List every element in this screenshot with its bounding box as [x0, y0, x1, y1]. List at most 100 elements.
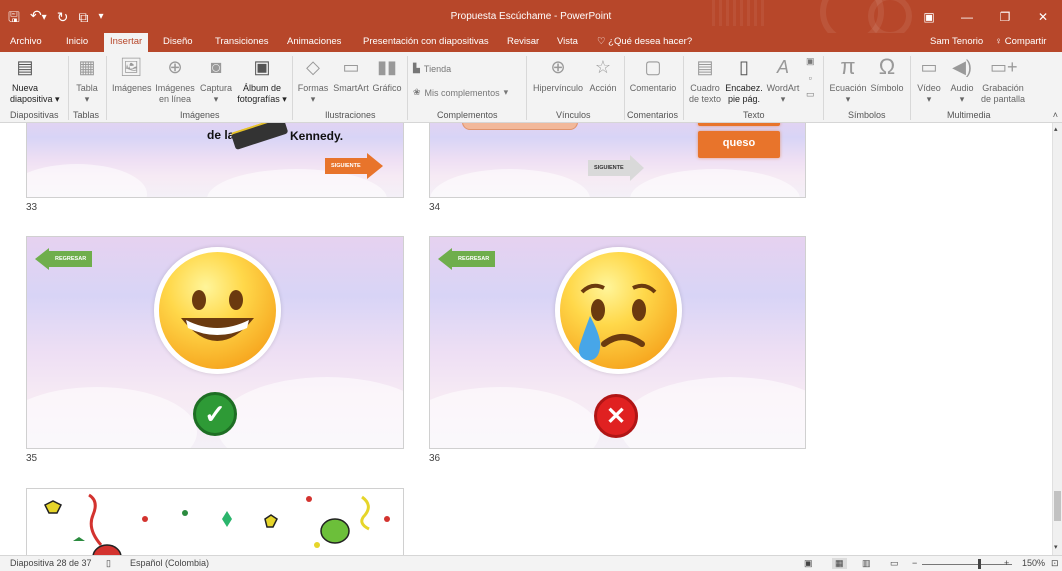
screenshot-button[interactable]: ◙ Captura ▾ — [199, 54, 233, 105]
collapse-ribbon-icon[interactable]: ˄ — [1053, 110, 1058, 120]
comment-button[interactable]: ▢ Comentario — [628, 54, 678, 94]
scroll-up-icon[interactable]: ▴ — [1054, 125, 1058, 133]
pictures-button[interactable]: 🖼 Imágenes — [112, 54, 152, 94]
tab-archivo[interactable]: Archivo — [10, 33, 42, 52]
zoom-out-icon[interactable]: − — [912, 558, 917, 568]
cloud-decoration — [217, 377, 403, 448]
audio-button[interactable]: ◀) Audio ▾ — [947, 54, 977, 105]
close-icon[interactable]: ✕ — [1024, 0, 1062, 33]
zoom-slider-thumb[interactable] — [978, 559, 981, 569]
back-button-label: REGRESAR — [49, 251, 93, 267]
normal-view-icon[interactable]: ▣ — [804, 558, 813, 569]
language-indicator[interactable]: Español (Colombia) — [130, 558, 209, 568]
tab-diseno[interactable]: Diseño — [163, 33, 193, 52]
smartart-button[interactable]: ▭ SmartArt — [331, 54, 371, 94]
textbox-button[interactable]: ▤ Cuadro de texto — [688, 54, 722, 105]
scroll-down-icon[interactable]: ▾ — [1054, 543, 1058, 551]
cloud-decoration — [430, 169, 590, 197]
slide-number-icon[interactable]: ▫ — [809, 73, 812, 83]
spelling-icon[interactable]: ▯ — [106, 558, 111, 569]
smiling-face-emoji — [154, 247, 281, 374]
action-button[interactable]: ☆ Acción — [587, 54, 619, 94]
back-button[interactable]: REGRESAR — [35, 248, 93, 270]
zoom-level[interactable]: 150% — [1022, 558, 1045, 568]
date-time-icon[interactable]: ▣ — [806, 56, 815, 67]
store-icon: ▙ — [413, 63, 420, 73]
ribbon-display-icon[interactable]: ▣ — [910, 0, 948, 33]
word-option-button[interactable]: queso — [698, 131, 780, 158]
chart-button[interactable]: ▮▮ Gráfico — [371, 54, 403, 94]
back-button-label: REGRESAR — [452, 251, 496, 267]
group-separator — [292, 56, 293, 120]
tab-vista[interactable]: Vista — [557, 33, 578, 52]
tab-insertar[interactable]: Insertar — [104, 33, 149, 52]
slide-33-thumbnail[interactable]: de la Kennedy. SIGUIENTE — [26, 123, 404, 198]
hyperlink-button[interactable]: ⊕ Hipervínculo — [531, 54, 585, 94]
slide-counter: Diapositiva 28 de 37 — [10, 558, 92, 568]
zoom-slider[interactable] — [922, 564, 1012, 565]
scrollbar-thumb[interactable] — [1054, 491, 1061, 521]
shapes-button[interactable]: ◇ Formas ▾ — [297, 54, 329, 105]
reading-view-icon[interactable]: ▥ — [862, 558, 871, 569]
online-pictures-button[interactable]: ⊕ Imágenes en línea — [155, 54, 195, 105]
screen-recording-button[interactable]: ▭+ Grabación de pantalla — [979, 54, 1027, 105]
share-button[interactable]: ♀ Compartir — [995, 33, 1046, 52]
slide-sorter-view-icon[interactable]: ▦ — [832, 558, 847, 569]
tell-me-box[interactable]: ♡ ¿Qué desea hacer? — [597, 33, 692, 52]
user-name[interactable]: Sam Tenorio — [930, 33, 983, 52]
back-button[interactable]: REGRESAR — [438, 248, 496, 270]
symbol-button[interactable]: Ω Símbolo — [869, 54, 905, 94]
equation-label: Ecuación — [829, 83, 867, 93]
group-separator — [683, 56, 684, 120]
next-button[interactable]: SIGUIENTE — [325, 153, 383, 179]
group-separator — [68, 56, 69, 120]
equation-button[interactable]: π Ecuación ▾ — [828, 54, 868, 105]
tab-inicio[interactable]: Inicio — [66, 33, 88, 52]
object-icon[interactable]: ▭ — [806, 89, 815, 100]
header-footer-button[interactable]: ▯ Encabez. pie pág. — [725, 54, 763, 105]
slide-34-thumbnail[interactable]: queso queso SIGUIENTE — [429, 123, 806, 198]
store-label: Tienda — [423, 63, 452, 74]
word-option-button[interactable]: queso — [698, 123, 780, 126]
fit-to-window-icon[interactable]: ⊡ — [1051, 558, 1059, 569]
window-controls: ▣ — ❐ ✕ — [910, 0, 1062, 33]
tab-transiciones[interactable]: Transiciones — [215, 33, 269, 52]
slide-37-thumbnail[interactable] — [26, 488, 404, 555]
pi-icon: π — [840, 54, 856, 79]
slide-number: 35 — [26, 453, 38, 464]
crying-face-icon — [578, 283, 657, 361]
tab-revisar[interactable]: Revisar — [507, 33, 539, 52]
vertical-scrollbar[interactable]: ▴ ▾ — [1052, 123, 1062, 555]
arrow-left-icon — [438, 248, 452, 270]
slide-36-thumbnail[interactable]: REGRESAR ✕ — [429, 236, 806, 449]
table-button[interactable]: ▦ Tabla ▾ — [74, 54, 100, 105]
slide-35-thumbnail[interactable]: REGRESAR ✓ — [26, 236, 404, 449]
wordart-icon: A — [776, 57, 789, 77]
slideshow-view-icon[interactable]: ▭ — [890, 558, 899, 569]
video-button[interactable]: ▭ Vídeo ▾ — [915, 54, 943, 105]
tell-me-text: ¿Qué desea hacer? — [608, 36, 693, 47]
tab-presentacion[interactable]: Presentación con diapositivas — [363, 33, 489, 52]
chart-label: Gráfico — [372, 83, 402, 93]
photo-album-label-2: fotografías ▾ — [237, 94, 287, 104]
next-button-label: SIGUIENTE — [588, 160, 630, 176]
arrow-right-icon — [629, 155, 644, 181]
hyperlink-label: Hipervínculo — [532, 83, 584, 93]
next-button[interactable]: SIGUIENTE — [588, 155, 644, 181]
symbol-label: Símbolo — [870, 83, 904, 93]
store-button[interactable]: ▙ Tienda — [413, 63, 451, 74]
video-icon: ▭ — [920, 57, 938, 77]
omega-icon: Ω — [878, 54, 896, 79]
photo-album-button[interactable]: ▣ Álbum de fotografías ▾ — [236, 54, 288, 105]
smile-face-icon — [181, 290, 254, 341]
zoom-in-icon[interactable]: + — [1004, 558, 1009, 568]
group-separator — [407, 56, 408, 120]
restore-icon[interactable]: ❐ — [986, 0, 1024, 33]
tab-animaciones[interactable]: Animaciones — [287, 33, 341, 52]
new-slide-button[interactable]: ▤ Nueva diapositiva ▾ — [10, 54, 60, 105]
lightbulb-icon: ♡ — [597, 36, 609, 47]
my-addins-button[interactable]: ❀ Mis complementos ▾ — [413, 87, 508, 98]
dropdown-icon: ▾ — [503, 87, 509, 97]
wordart-button[interactable]: A WordArt ▾ — [765, 54, 801, 105]
minimize-icon[interactable]: — — [948, 0, 986, 33]
